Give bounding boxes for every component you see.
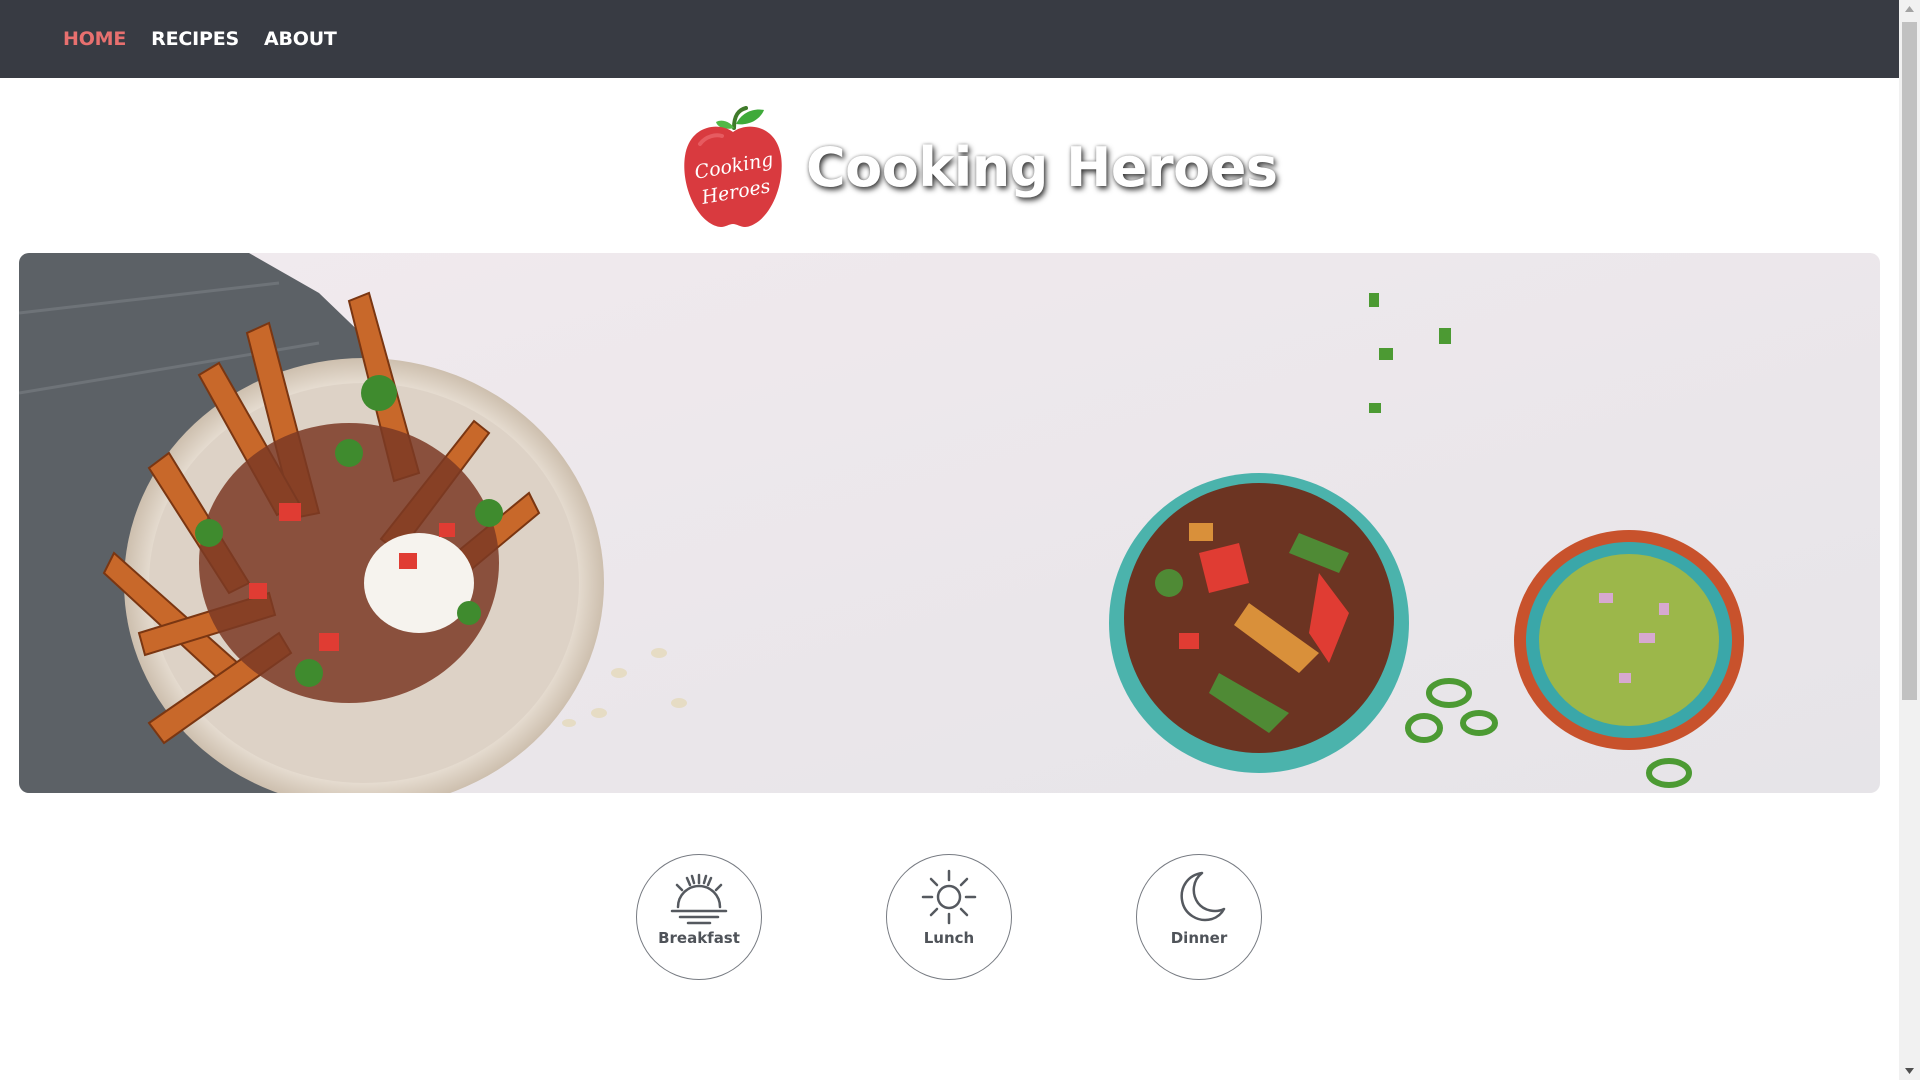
lunch-label: Lunch (923, 929, 975, 947)
sun-icon (921, 869, 977, 925)
lunch-button[interactable]: Lunch (886, 854, 1012, 980)
nav-home-link[interactable]: HOME (63, 28, 126, 50)
scroll-down-arrow-icon[interactable] (1899, 1062, 1920, 1080)
top-navbar: HOME RECIPES ABOUT (0, 0, 1899, 78)
nav-about-link[interactable]: ABOUT (264, 28, 337, 50)
site-title: Cooking Heroes (806, 135, 1278, 199)
scroll-up-arrow-icon[interactable] (1899, 0, 1920, 18)
dinner-button[interactable]: Dinner (1136, 854, 1262, 980)
dinner-label: Dinner (1170, 929, 1228, 947)
breakfast-button[interactable]: Breakfast (636, 854, 762, 980)
meal-categories: Breakfast Lunch Dinner (636, 854, 1263, 980)
sunrise-icon (670, 873, 728, 925)
moon-icon (1180, 871, 1226, 922)
breakfast-label: Breakfast (658, 929, 740, 947)
food-bowls-photo (19, 253, 1880, 793)
hero-banner-image (19, 253, 1880, 793)
logo-lettering: Cooking Heroes (693, 148, 775, 209)
nav-recipes-link[interactable]: RECIPES (151, 28, 239, 50)
brand-header: Cooking Heroes Cooking Heroes (680, 104, 1278, 230)
vertical-scrollbar[interactable] (1899, 0, 1920, 1080)
scrollbar-thumb[interactable] (1902, 22, 1917, 700)
